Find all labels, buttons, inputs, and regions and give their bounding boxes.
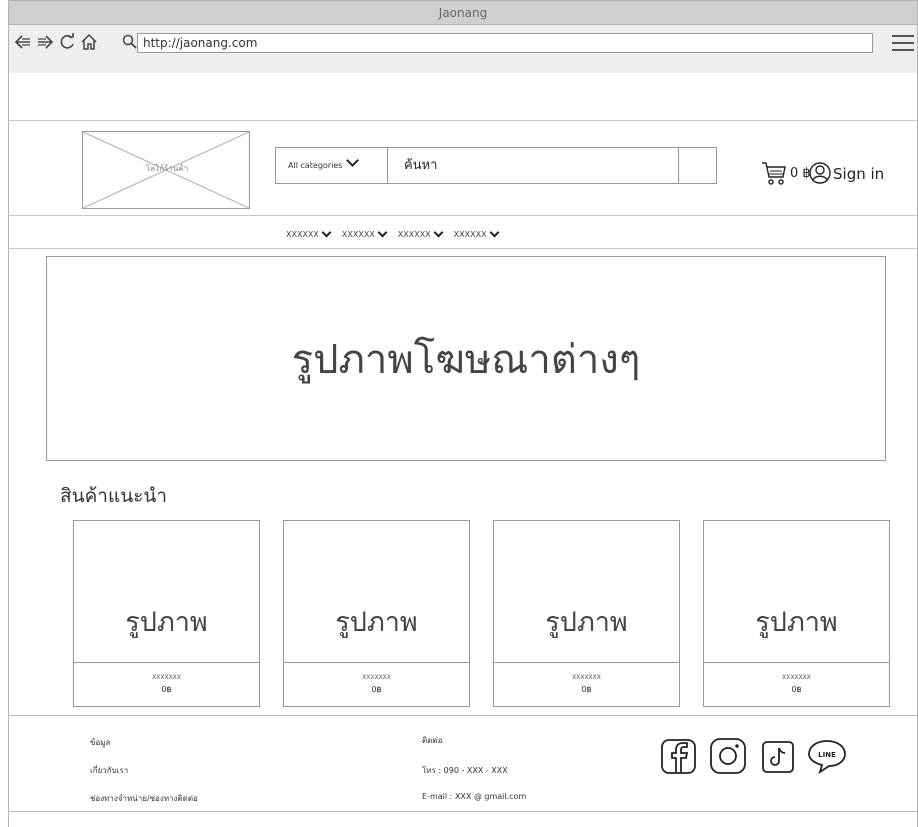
tiktok-icon[interactable] xyxy=(761,740,795,774)
product-price: 0฿ xyxy=(581,685,592,694)
section-title: สินค้าแนะนำ xyxy=(60,485,168,507)
forward-arrow-icon[interactable] xyxy=(35,32,55,52)
browser-toolbar: http://jaonang.com xyxy=(8,25,918,73)
promo-banner[interactable]: รูปภาพโฆษณาต่างๆ xyxy=(46,256,886,461)
menu-item-label: XXXXXX xyxy=(453,229,487,239)
footer-email: E-mail : XXX @ gmail.com xyxy=(422,792,527,801)
product-image: รูปภาพ xyxy=(74,521,259,663)
product-image: รูปภาพ xyxy=(494,521,679,663)
product-card[interactable]: รูปภาพ XXXXXXX 0฿ xyxy=(283,520,470,707)
user-icon[interactable] xyxy=(809,162,831,184)
menu-item[interactable]: XXXXXX xyxy=(397,226,444,242)
product-name: XXXXXXX xyxy=(572,674,601,681)
chevron-down-icon xyxy=(433,227,444,237)
product-price: 0฿ xyxy=(791,685,802,694)
chevron-down-icon xyxy=(489,227,500,237)
product-name: XXXXXXX xyxy=(362,674,391,681)
window-title: Jaonang xyxy=(8,0,918,25)
menu-item-label: XXXXXX xyxy=(286,229,319,239)
product-card[interactable]: รูปภาพ XXXXXXX 0฿ xyxy=(703,520,890,707)
cart-amount: 0 ฿ xyxy=(790,166,811,181)
footer: ข้อมูล เกี่ยวกับเรา ช่องทางจำหน่าย/ช่องท… xyxy=(8,715,918,812)
menu-item-label: XXXXXX xyxy=(341,229,375,239)
line-icon-label: LINE xyxy=(818,751,836,759)
about-link[interactable]: เกี่ยวกับเรา xyxy=(90,764,128,777)
product-price: 0฿ xyxy=(161,685,172,694)
menu-icon[interactable] xyxy=(892,35,914,51)
instagram-icon[interactable] xyxy=(709,737,747,775)
product-card[interactable]: รูปภาพ XXXXXXX 0฿ xyxy=(73,520,260,707)
home-icon[interactable] xyxy=(79,32,99,52)
footer-info-heading: ข้อมูล xyxy=(90,738,111,747)
product-name: XXXXXXX xyxy=(152,674,181,681)
menu-divider-top xyxy=(8,215,918,216)
address-bar[interactable]: http://jaonang.com xyxy=(137,33,873,53)
menu-item-label: XXXXXX xyxy=(397,229,431,239)
chevron-down-icon xyxy=(346,154,360,167)
search-input[interactable]: ค้นหา xyxy=(404,148,437,183)
product-card[interactable]: รูปภาพ XXXXXXX 0฿ xyxy=(493,520,680,707)
category-menu: XXXXXX XXXXXX XXXXXX XXXXXX xyxy=(286,226,500,242)
category-label: All categories xyxy=(288,161,343,170)
back-arrow-icon[interactable] xyxy=(13,32,33,52)
cart-icon[interactable] xyxy=(761,161,787,185)
menu-item[interactable]: XXXXXX xyxy=(341,226,388,242)
product-image: รูปภาพ xyxy=(704,521,889,663)
chevron-down-icon xyxy=(321,227,332,237)
search-button[interactable] xyxy=(678,148,716,183)
footer-phone: โทร : 090 - XXX - XXX xyxy=(422,766,508,775)
logo-text: โลโก้ร้านค้า xyxy=(145,164,189,173)
reload-icon[interactable] xyxy=(57,32,77,52)
signin-link[interactable]: Sign in xyxy=(833,165,884,183)
facebook-icon[interactable] xyxy=(660,738,697,775)
product-price: 0฿ xyxy=(371,685,382,694)
menu-item[interactable]: XXXXXX xyxy=(453,226,500,242)
channels-link[interactable]: ช่องทางจำหน่าย/ช่องทางติดต่อ xyxy=(90,792,198,805)
category-select[interactable]: All categories xyxy=(276,148,388,183)
search-bar[interactable]: All categories ค้นหา xyxy=(275,147,717,184)
header-divider xyxy=(8,120,918,121)
footer-contact-heading: ติดต่อ xyxy=(422,736,443,745)
store-logo[interactable]: โลโก้ร้านค้า xyxy=(82,131,250,209)
menu-item[interactable]: XXXXXX xyxy=(286,226,332,242)
product-name: XXXXXXX xyxy=(782,674,811,681)
menu-divider-bottom xyxy=(8,248,918,249)
line-icon[interactable]: LINE xyxy=(806,738,848,774)
chevron-down-icon xyxy=(377,227,388,237)
product-image: รูปภาพ xyxy=(284,521,469,663)
search-icon xyxy=(122,34,137,49)
